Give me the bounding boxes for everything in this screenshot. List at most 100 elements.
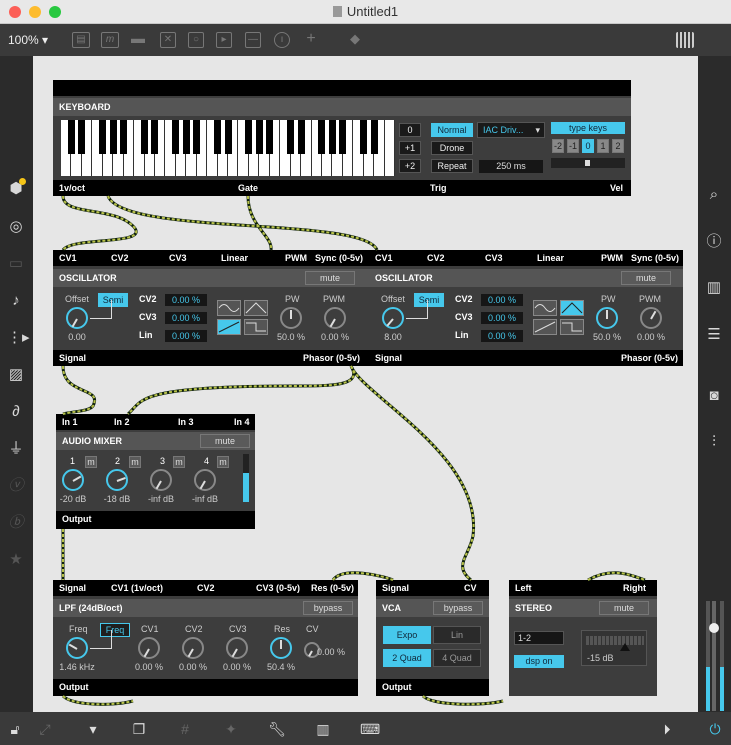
piano-keyboard[interactable] [61, 120, 395, 176]
info-icon[interactable]: ⓘ [705, 233, 723, 251]
midi-device-dropdown[interactable]: IAC Driv... ▾ [477, 122, 545, 138]
black-key[interactable] [287, 120, 295, 154]
volume-slider[interactable] [709, 601, 719, 711]
triangle-wave-button[interactable] [560, 300, 584, 316]
transpose-0[interactable]: 0 [582, 139, 594, 153]
piano-icon[interactable]: ▥ [314, 720, 332, 738]
music-note-icon[interactable]: ♪ [7, 292, 25, 310]
res-knob[interactable] [270, 637, 292, 659]
black-key[interactable] [318, 120, 326, 154]
cv2-knob[interactable] [182, 637, 204, 659]
black-key[interactable] [245, 120, 253, 154]
toggle-icon[interactable]: ✕ [160, 32, 176, 48]
octave-plus1[interactable]: +1 [399, 141, 421, 155]
black-key[interactable] [141, 120, 148, 154]
slider-icon[interactable]: — [245, 32, 261, 48]
lpf-bypass[interactable]: bypass [303, 601, 353, 615]
saw-wave-button[interactable] [217, 319, 241, 335]
output-gain-slider[interactable]: -15 dB [581, 630, 647, 666]
channel-3-gain-knob[interactable] [150, 469, 172, 491]
sliders-icon[interactable]: ⫶ [705, 433, 723, 451]
white-key[interactable] [384, 120, 395, 176]
search-icon[interactable]: ⌕ [705, 186, 723, 204]
dsp-on-button[interactable]: dsp on [514, 655, 564, 668]
black-key[interactable] [297, 120, 305, 154]
pw-knob[interactable] [280, 307, 302, 329]
vca-bypass[interactable]: bypass [433, 601, 483, 615]
pin-icon[interactable]: ✦ [222, 720, 240, 738]
oscillator-1-mute[interactable]: mute [305, 271, 355, 285]
plug-icon[interactable]: ⏚ [7, 440, 25, 458]
offset-knob[interactable] [382, 307, 404, 329]
type-keys-button[interactable]: type keys [551, 122, 625, 134]
square-wave-button[interactable] [244, 319, 268, 335]
presentation-mode-icon[interactable]: ▾ [84, 720, 102, 738]
plus-icon[interactable]: + [303, 31, 319, 48]
target-icon[interactable]: ◎ [7, 218, 25, 236]
velocity-slider-handle[interactable] [585, 160, 590, 166]
black-key[interactable] [360, 120, 368, 154]
paperclip-icon[interactable]: ∂ [7, 403, 25, 421]
pw-knob[interactable] [596, 307, 618, 329]
list-icon[interactable]: ☰ [705, 326, 723, 344]
channel-1-gain-knob[interactable] [62, 469, 84, 491]
black-key[interactable] [109, 120, 117, 154]
black-key[interactable] [99, 120, 107, 154]
channel-1-mute[interactable]: m [85, 456, 97, 468]
channel-select[interactable]: 1-2 [514, 631, 564, 645]
cv3-knob[interactable] [226, 637, 248, 659]
gain-slider-handle[interactable] [620, 643, 630, 651]
step-sequencer-icon[interactable]: ⋮▸ [7, 329, 30, 347]
channel-2-gain-knob[interactable] [106, 469, 128, 491]
black-key[interactable] [151, 120, 159, 154]
black-key[interactable] [78, 120, 86, 154]
volume-slider-handle[interactable] [709, 623, 719, 633]
wrench-icon[interactable]: 🔧︎ [268, 720, 286, 738]
paint-bucket-icon[interactable]: ◆ [347, 32, 363, 48]
black-key[interactable] [266, 120, 274, 154]
button-icon[interactable]: ○ [188, 32, 204, 48]
mode-2-quad[interactable]: 2 Quad [383, 649, 431, 667]
black-key[interactable] [255, 120, 263, 154]
saw-wave-button[interactable] [533, 319, 557, 335]
black-key[interactable] [193, 120, 201, 154]
freq-knob[interactable] [66, 637, 88, 659]
star-icon[interactable]: ★ [7, 551, 25, 569]
lin-field[interactable]: 0.00 % [481, 330, 523, 342]
black-key[interactable] [67, 120, 75, 154]
channel-4-gain-knob[interactable] [194, 469, 216, 491]
lock-icon[interactable]: 🔓︎ [6, 720, 24, 738]
comment-icon[interactable]: m [101, 32, 119, 48]
octave-0[interactable]: 0 [399, 123, 421, 137]
square-wave-button[interactable] [560, 319, 584, 335]
keyboard-icon[interactable]: ⌨ [360, 720, 380, 738]
cube-icon[interactable]: ⬢ [7, 178, 26, 198]
channel-3-mute[interactable]: m [173, 456, 185, 468]
sine-wave-button[interactable] [217, 300, 241, 316]
dial-icon[interactable]: ı [274, 32, 290, 48]
presentation-icon[interactable]: ▤ [72, 32, 90, 48]
stereo-mute[interactable]: mute [599, 601, 649, 615]
power-icon[interactable]: ⏻ [706, 720, 724, 738]
transpose-2[interactable]: 2 [612, 139, 624, 153]
cv3-field[interactable]: 0.00 % [165, 312, 207, 324]
sine-wave-button[interactable] [533, 300, 557, 316]
b-icon[interactable]: ⓑ [7, 514, 25, 532]
v-icon[interactable]: ⓥ [7, 477, 25, 495]
keyboard-icon[interactable]: ▭ [7, 255, 25, 273]
book-icon[interactable]: ▥ [705, 279, 723, 297]
play-icon[interactable]: ▸ [216, 32, 232, 48]
message-icon[interactable]: ▬ [130, 31, 146, 48]
windows-icon[interactable]: ❐ [130, 720, 148, 738]
channel-2-mute[interactable]: m [129, 456, 141, 468]
edit-icon[interactable]: ⤢ [36, 720, 54, 738]
cv2-field[interactable]: 0.00 % [481, 294, 523, 306]
lin-field[interactable]: 0.00 % [165, 330, 207, 342]
black-key[interactable] [224, 120, 232, 154]
offset-knob[interactable] [66, 307, 88, 329]
audio-mixer-mute[interactable]: mute [200, 434, 250, 448]
image-icon[interactable]: ▨ [7, 366, 25, 384]
transpose-1[interactable]: 1 [597, 139, 609, 153]
black-key[interactable] [339, 120, 347, 154]
channel-4-mute[interactable]: m [217, 456, 229, 468]
